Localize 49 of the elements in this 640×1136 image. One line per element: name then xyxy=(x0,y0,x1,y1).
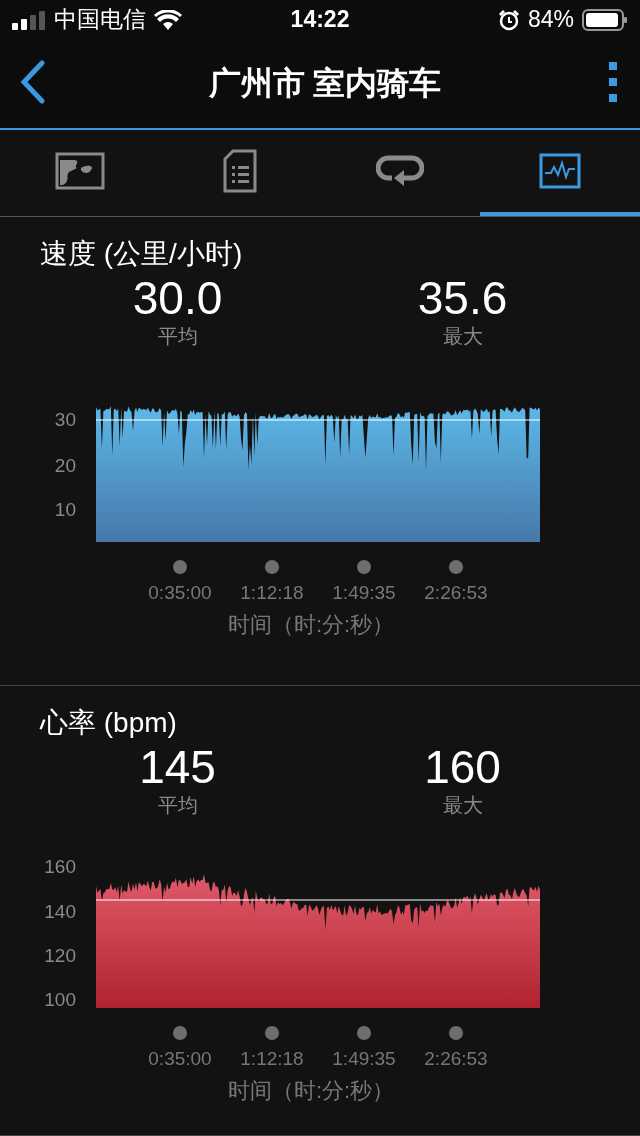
axis-label: 1:49:35 xyxy=(332,581,396,604)
chevron-left-icon xyxy=(18,60,46,105)
axis-label: 1:49:35 xyxy=(332,1047,396,1070)
time-marker-dot xyxy=(265,559,279,574)
axis-label: 120 xyxy=(44,944,76,967)
document-icon xyxy=(223,148,257,193)
axis-label: 10 xyxy=(54,498,76,521)
battery-percent: 84% xyxy=(527,6,574,34)
section-title: 心率 (bpm) xyxy=(40,705,178,740)
stat-value: 35.6 xyxy=(417,272,508,323)
activity-chart-icon xyxy=(539,152,581,189)
time-marker-dot xyxy=(173,1025,187,1040)
axis-label: 2:26:53 xyxy=(424,581,488,604)
axis-label: 0:35:00 xyxy=(148,581,212,604)
axis-label: 0:35:00 xyxy=(148,1047,212,1070)
time-marker-dot xyxy=(357,1025,371,1040)
carrier-name: 中国电信 xyxy=(54,5,146,35)
clock-time: 14:22 xyxy=(290,6,350,34)
axis-label: 30 xyxy=(54,408,76,431)
time-marker-dot xyxy=(449,559,463,574)
time-marker-dot xyxy=(265,1025,279,1040)
axis-title: 时间（时:分:秒） xyxy=(228,1076,395,1105)
stat-label: 最大 xyxy=(442,323,483,349)
section-title: 速度 (公里/小时) xyxy=(40,236,244,271)
stat-label: 最大 xyxy=(442,792,483,818)
battery-icon xyxy=(582,8,628,31)
alarm-icon xyxy=(497,8,520,31)
stat-value: 30.0 xyxy=(132,272,223,323)
wifi-icon xyxy=(154,9,182,30)
axis-title: 时间（时:分:秒） xyxy=(228,610,395,639)
axis-label: 2:26:53 xyxy=(424,1047,488,1070)
stat-value: 145 xyxy=(139,741,216,792)
axis-label: 100 xyxy=(44,988,76,1011)
axis-label: 20 xyxy=(54,454,76,477)
stat-value: 160 xyxy=(424,741,501,792)
loop-icon xyxy=(376,153,424,188)
time-marker-dot xyxy=(173,559,187,574)
axis-label: 1:12:18 xyxy=(240,581,304,604)
axis-label: 1:12:18 xyxy=(240,1047,304,1070)
time-marker-dot xyxy=(449,1025,463,1040)
signal-icon xyxy=(12,9,46,30)
stat-label: 平均 xyxy=(157,792,198,818)
axis-label: 140 xyxy=(44,900,76,923)
stat-label: 平均 xyxy=(157,323,198,349)
more-vertical-icon xyxy=(608,61,618,104)
axis-label: 160 xyxy=(44,855,76,878)
map-icon xyxy=(55,151,105,190)
page-title: 广州市 室内骑车 xyxy=(208,63,442,103)
time-marker-dot xyxy=(357,559,371,574)
